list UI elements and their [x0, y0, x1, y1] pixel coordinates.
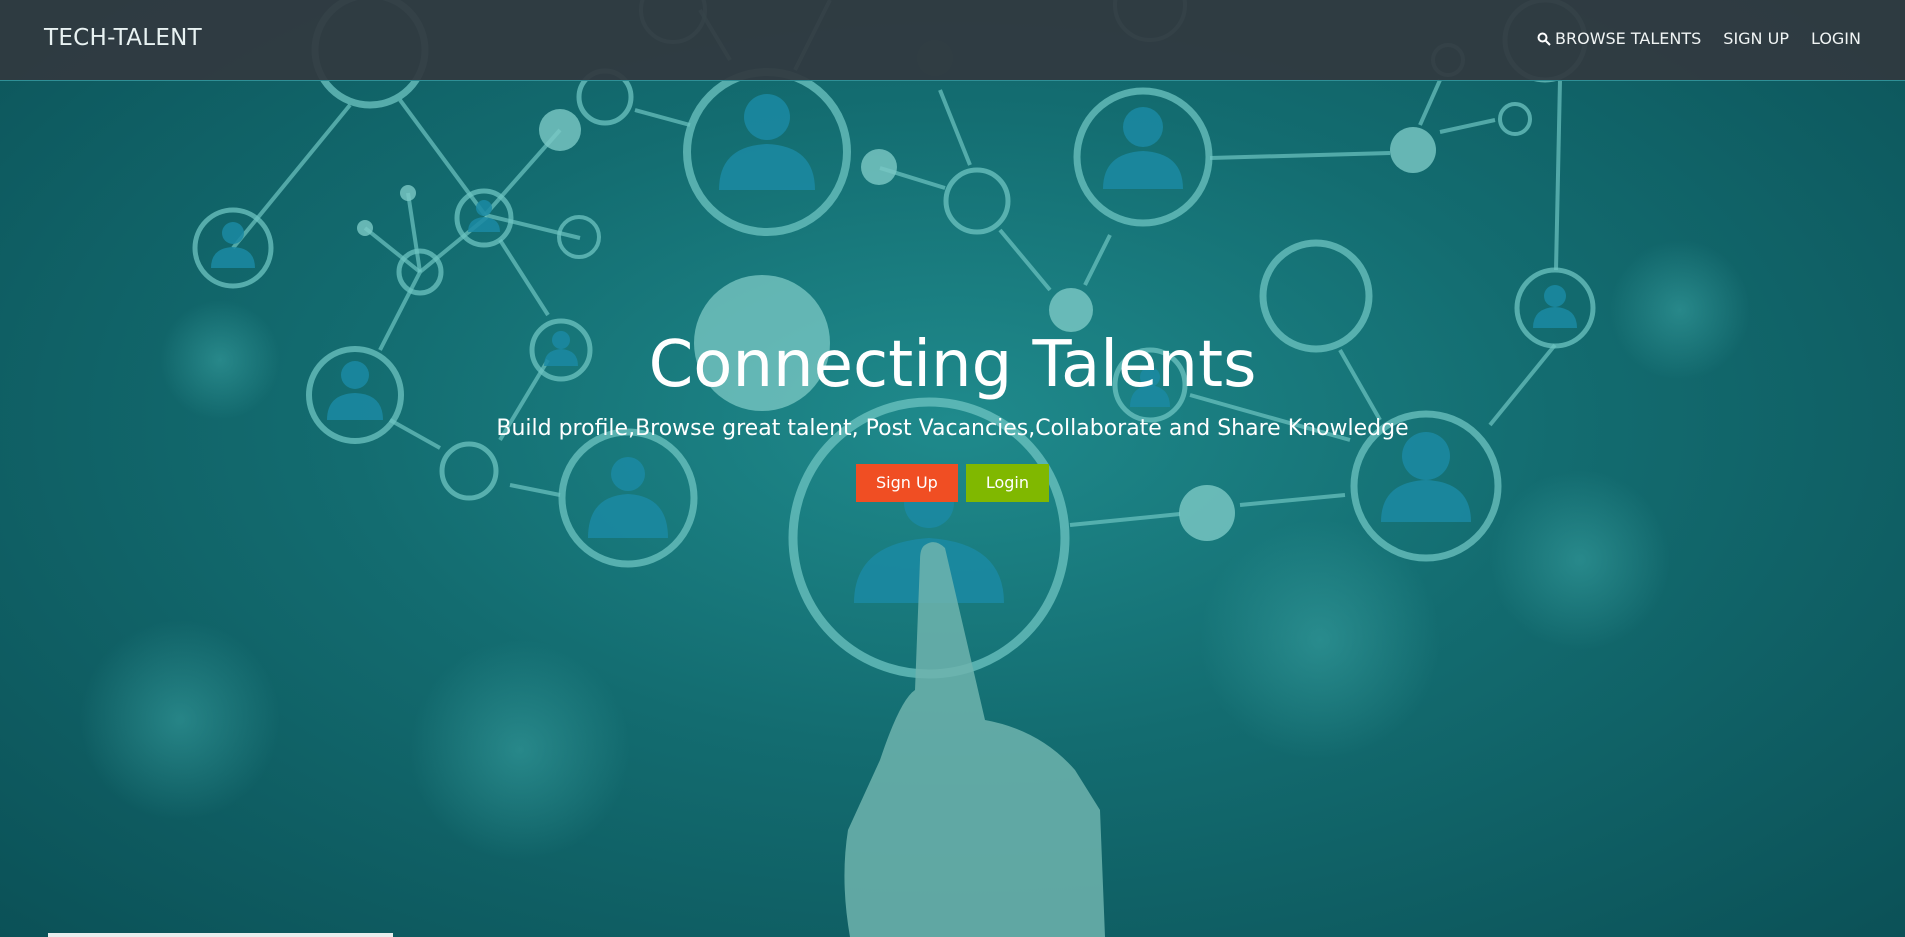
- landing-page: TECH-TALENT BROWSE TALENTS SIGN UP LOGIN…: [0, 0, 1905, 937]
- nav-sign-up-link[interactable]: SIGN UP: [1723, 29, 1789, 48]
- nav-login-label: LOGIN: [1810, 29, 1861, 48]
- nav-sign-up-label: SIGN UP: [1723, 29, 1789, 48]
- bottom-strip: [48, 933, 393, 937]
- nav-login-link[interactable]: LOGIN: [1811, 29, 1861, 48]
- nav-browse-talents-label: BROWSE TALENTS: [1555, 29, 1702, 48]
- search-icon: [1537, 32, 1551, 46]
- login-button[interactable]: Login: [965, 464, 1050, 502]
- hero-title: Connecting Talents: [648, 328, 1257, 402]
- nav-links: BROWSE TALENTS SIGN UP LOGIN: [1537, 29, 1861, 48]
- hero-section: Connecting Talents Build profile,Browse …: [0, 320, 1905, 502]
- sign-up-button[interactable]: Sign Up: [855, 464, 958, 502]
- hero-buttons: Sign Up Login: [0, 464, 1905, 502]
- hero-subtitle: Build profile,Browse great talent, Post …: [496, 416, 1409, 441]
- top-navbar: TECH-TALENT BROWSE TALENTS SIGN UP LOGIN: [0, 0, 1905, 81]
- brand-logo[interactable]: TECH-TALENT: [44, 25, 202, 51]
- nav-browse-talents-link[interactable]: BROWSE TALENTS: [1537, 29, 1701, 48]
